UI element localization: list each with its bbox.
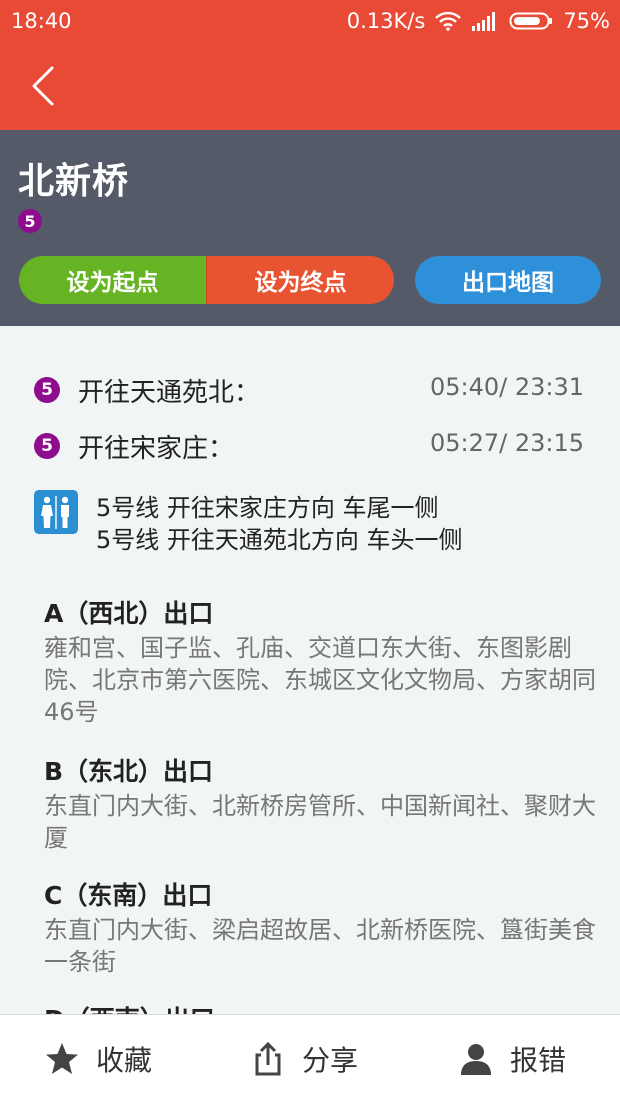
restroom-line: 5号线 开往天通苑北方向 车头一侧 [96,526,463,554]
exit-item: D（西南）出口 [44,1000,604,1014]
direction-label: 开往天通苑北： [78,378,261,408]
exit-item: A（西北）出口 雍和宫、国子监、孔庙、交道口东大街、东图影剧院、北京市第六医院、… [44,594,604,728]
line-badge: 5 [34,433,60,459]
exit-item: C（东南）出口 东直门内大街、梁启超故居、北新桥医院、簋街美食一条街 [44,876,604,978]
share-button[interactable]: 分享 [250,1039,358,1079]
station-info: 5 开往天通苑北： 05:40/ 23:31 5 开往宋家庄： 05:27/ 2… [0,326,620,1014]
restroom-icon [34,490,78,534]
share-icon [255,1041,281,1076]
exit-item: B（东北）出口 东直门内大街、北新桥房管所、中国新闻社、聚财大厦 [44,752,604,854]
back-icon[interactable] [28,62,60,110]
restroom-location: 5号线 开往宋家庄方向 车尾一侧 5号线 开往天通苑北方向 车头一侧 [96,492,463,556]
exit-title: C（东南）出口 [44,881,213,910]
exit-description: 东直门内大街、梁启超故居、北新桥医院、簋街美食一条街 [44,916,596,976]
share-label: 分享 [302,1044,359,1077]
exit-title: A（西北）出口 [44,599,214,628]
status-indicators: 0.13K/s 75% [347,9,610,33]
exit-title: B（东北）出口 [44,757,214,786]
star-icon [46,1043,78,1074]
status-time: 18:40 [11,9,72,33]
exit-description: 雍和宫、国子监、孔庙、交道口东大街、东图影剧院、北京市第六医院、东城区文化文物局… [44,634,596,726]
set-end-button[interactable]: 设为终点 [206,256,394,304]
wifi-icon [435,11,462,31]
favorite-button[interactable]: 收藏 [44,1039,152,1079]
signal-icon [472,12,496,31]
direction-row: 5 开往宋家庄： 05:27/ 23:15 [34,426,594,466]
station-header: 北新桥 5 设为起点 设为终点 出口地图 [0,130,620,326]
user-icon [461,1044,491,1075]
line-badge: 5 [18,209,42,233]
line-badge: 5 [34,377,60,403]
direction-row: 5 开往天通苑北： 05:40/ 23:31 [34,370,594,410]
exit-map-button[interactable]: 出口地图 [415,256,601,304]
set-start-button[interactable]: 设为起点 [19,256,206,304]
battery-icon [509,12,553,30]
favorite-label: 收藏 [96,1044,153,1077]
battery-level: 75% [563,9,610,33]
direction-time: 05:40/ 23:31 [429,373,584,401]
direction-time: 05:27/ 23:15 [429,429,584,457]
report-error-label: 报错 [510,1044,567,1077]
nav-bar [0,44,620,130]
status-bar: 18:40 0.13K/s 75% [0,0,620,44]
network-speed: 0.13K/s [346,9,426,33]
direction-label: 开往宋家庄： [78,434,235,464]
bottom-action-bar: 收藏 分享 报错 [0,1014,620,1102]
report-error-button[interactable]: 报错 [458,1039,566,1079]
station-name: 北新桥 [18,161,130,202]
exit-description: 东直门内大街、北新桥房管所、中国新闻社、聚财大厦 [44,792,596,852]
restroom-line: 5号线 开往宋家庄方向 车尾一侧 [96,494,439,522]
exit-title: D（西南）出口 [44,1000,604,1014]
